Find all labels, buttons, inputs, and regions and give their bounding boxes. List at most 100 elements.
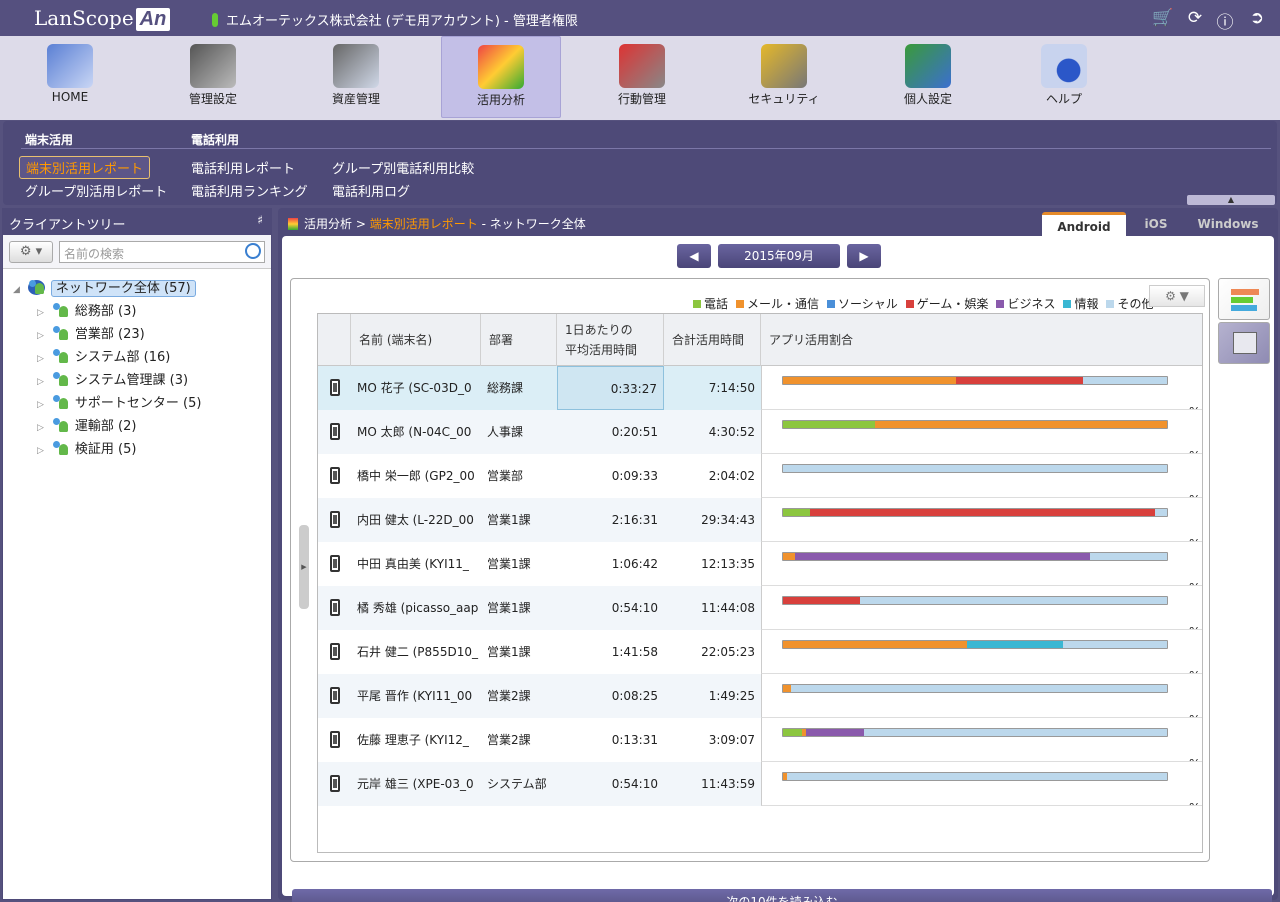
tab-windows[interactable]: Windows [1186, 212, 1270, 238]
table-row[interactable]: 内田 健太 (L-22D_00 営業1課 2:16:31 29:34:43 0 10 20 3… [318, 498, 1202, 542]
next-month-icon[interactable]: ▶ [847, 244, 881, 268]
nav-analytics[interactable]: 活用分析 [441, 36, 561, 118]
expanded-arrow-icon[interactable]: ◢ [13, 285, 20, 295]
subnav-group-report[interactable]: グループ別活用レポート [25, 181, 167, 200]
header-app-ratio[interactable]: アプリ活用割合 [761, 314, 1202, 366]
tree-settings-button[interactable]: ⚙ ▾ [9, 241, 53, 263]
axis-tick-label: 90 [1122, 481, 1136, 497]
axis-tick-label: 90 [1122, 569, 1136, 585]
table-row[interactable]: MO 花子 (SC-03D_0総務課0:33:277:14:50 0 10 20 30 4… [318, 366, 1202, 410]
axis-tick-label: 60 [1007, 745, 1021, 761]
cart-icon[interactable]: 🛒 [1152, 8, 1174, 28]
table-row[interactable]: 平尾 晋作 (KYI11_00 営業2課 0:08:25 1:49:25 0 10 20 30… [318, 674, 1202, 718]
breadcrumb-analytics[interactable]: 活用分析 [304, 217, 352, 231]
legend-settings-button[interactable]: ⚙ ▼ [1149, 285, 1205, 307]
collapsed-arrow-icon[interactable]: ▷ [37, 308, 44, 318]
table-row[interactable]: MO 太郎 (N-04C_00 人事課 0:20:51 4:30:52 0 10 20 30 4… [318, 410, 1202, 454]
smartphone-icon [330, 731, 340, 748]
axis-tick-label: 20 [852, 745, 866, 761]
subnav-phone-report[interactable]: 電話利用レポート [191, 158, 295, 177]
tree-node[interactable]: ▷ 運輸部 (2) [37, 417, 136, 437]
table-row[interactable]: 橘 秀雄 (picasso_aap 営業1課 0:54:10 11:44:08 0 10 2… [318, 586, 1202, 630]
collapsed-arrow-icon[interactable]: ▷ [37, 354, 44, 364]
collapsed-arrow-icon[interactable]: ▷ [37, 446, 44, 456]
collapsed-arrow-icon[interactable]: ▷ [37, 331, 44, 341]
subnav-phone-log[interactable]: 電話利用ログ [332, 181, 410, 200]
collapsed-arrow-icon[interactable]: ▷ [37, 400, 44, 410]
axis-tick-label: 30 [891, 525, 905, 541]
info-icon[interactable]: ⓘ [1214, 8, 1236, 33]
subnav-phone-ranking[interactable]: 電話利用ランキング [191, 181, 308, 200]
nav-personal[interactable]: 個人設定 [868, 36, 988, 118]
load-more-button[interactable]: 次の10件を読み込む [292, 889, 1272, 902]
tab-ios[interactable]: iOS [1128, 212, 1184, 238]
bar-segment [783, 509, 810, 516]
ratio-axis: 0 10 20 30 40 50 60 70 80 90 100 [779, 393, 1179, 409]
app-logo: LanScope An [34, 6, 171, 31]
help-icon [1041, 44, 1087, 88]
bar-segment [786, 773, 1167, 780]
group-icon [52, 349, 69, 364]
tree-node[interactable]: ▷ システム部 (16) [37, 348, 170, 368]
nav-security[interactable]: セキュリティ [724, 36, 844, 118]
tree-search-input[interactable]: 名前の検索 [59, 241, 265, 263]
axis-tick-label: 80 [1084, 745, 1098, 761]
pin-icon[interactable]: ♯ [257, 213, 263, 227]
axis-tick-label: 0 [779, 613, 786, 629]
tree-node[interactable]: ▷ サポートセンター (5) [37, 394, 201, 414]
table-view-icon[interactable] [1218, 322, 1270, 364]
subnav-group-phone-compare[interactable]: グループ別電話利用比較 [332, 158, 474, 177]
bar-segment [1063, 641, 1167, 648]
nav-help[interactable]: ヘルプ [1004, 36, 1124, 118]
collapse-up-icon[interactable]: ▲ [1187, 195, 1275, 205]
tree-node[interactable]: ▷ 検証用 (5) [37, 440, 136, 460]
header-total-time[interactable]: 合計活用時間 [664, 314, 761, 366]
collapsed-arrow-icon[interactable]: ▷ [37, 423, 44, 433]
axis-tick-label: 50 [968, 569, 982, 585]
logout-icon[interactable]: ➲ [1246, 8, 1268, 28]
chart-legend: 電話 メール・通信 ソーシャル ゲーム・娯楽 ビジネス 情報 その他 [685, 295, 1153, 312]
breadcrumb-current: 端末別活用レポート [369, 217, 478, 231]
search-icon[interactable] [245, 243, 261, 259]
ratio-cell: 0 10 20 30 40 50 60 70 80 90 100% [761, 586, 1202, 630]
tree-root-node[interactable]: ◢ ネットワーク全体 (57) [13, 279, 196, 299]
tab-android[interactable]: Android [1042, 212, 1126, 238]
client-tree-header: クライアントツリー ♯ [3, 209, 271, 235]
percent-unit: % [1189, 566, 1200, 585]
table-row[interactable]: 元岸 雄三 (XPE-03_0 システム部 0:54:10 11:43:59 0 10 20… [318, 762, 1202, 806]
header-dept[interactable]: 部署 [481, 314, 557, 366]
tree-node[interactable]: ▷ システム管理課 (3) [37, 371, 188, 391]
tree-node[interactable]: ▷ 営業部 (23) [37, 325, 145, 345]
bar-chart-view-icon[interactable] [1218, 278, 1270, 320]
axis-tick-label: 70 [1045, 437, 1059, 453]
table-row[interactable]: 橋中 栄一郎 (GP2_00 営業部 0:09:33 2:04:02 0 10 20 30 40… [318, 454, 1202, 498]
name-cell: 橘 秀雄 (picasso_aap [357, 601, 479, 615]
axis-tick-label: 40 [929, 657, 943, 673]
nav-behavior[interactable]: 行動管理 [582, 36, 702, 118]
axis-tick-label: 50 [968, 393, 982, 409]
table-row[interactable]: 中田 真由美 (KYI11_ 営業1課 1:06:42 12:13:35 0 10 20 30… [318, 542, 1202, 586]
prev-month-icon[interactable]: ◀ [677, 244, 711, 268]
refresh-icon[interactable]: ⟳ [1184, 8, 1206, 28]
axis-tick-label: 10 [814, 789, 828, 805]
device-cell [318, 630, 351, 674]
axis-tick-label: 60 [1007, 657, 1021, 673]
bar-segment [783, 465, 1167, 472]
collapsed-arrow-icon[interactable]: ▷ [37, 377, 44, 387]
subnav-device-report[interactable]: 端末別活用レポート [19, 156, 151, 179]
nav-home[interactable]: HOME [10, 36, 130, 118]
table-row[interactable]: 石井 健二 (P855D10_ 営業1課 1:41:58 22:05:23 0 10 20 3… [318, 630, 1202, 674]
ratio-cell: 0 10 20 30 40 50 60 70 80 90 100% [761, 718, 1202, 762]
legend-item: メール・通信 [728, 297, 819, 311]
table-row[interactable]: 佐藤 理恵子 (KYI12_ 営業2課 0:13:31 3:09:07 0 10 20 30 4… [318, 718, 1202, 762]
nav-settings[interactable]: 管理設定 [153, 36, 273, 118]
header-avg-time[interactable]: 1日あたりの 平均活用時間 [557, 314, 664, 366]
percent-unit: % [1189, 390, 1200, 409]
header-name[interactable]: 名前 (端末名) [351, 314, 481, 366]
tree-node[interactable]: ▷ 総務部 (3) [37, 302, 136, 322]
panel-toggle-handle[interactable]: ▶ [299, 525, 309, 609]
month-selector[interactable]: 2015年09月 [718, 244, 840, 268]
axis-tick-label: 10 [814, 437, 828, 453]
ratio-cell: 0 10 20 30 40 50 60 70 80 90 100% [761, 762, 1202, 806]
nav-assets[interactable]: 資産管理 [296, 36, 416, 118]
